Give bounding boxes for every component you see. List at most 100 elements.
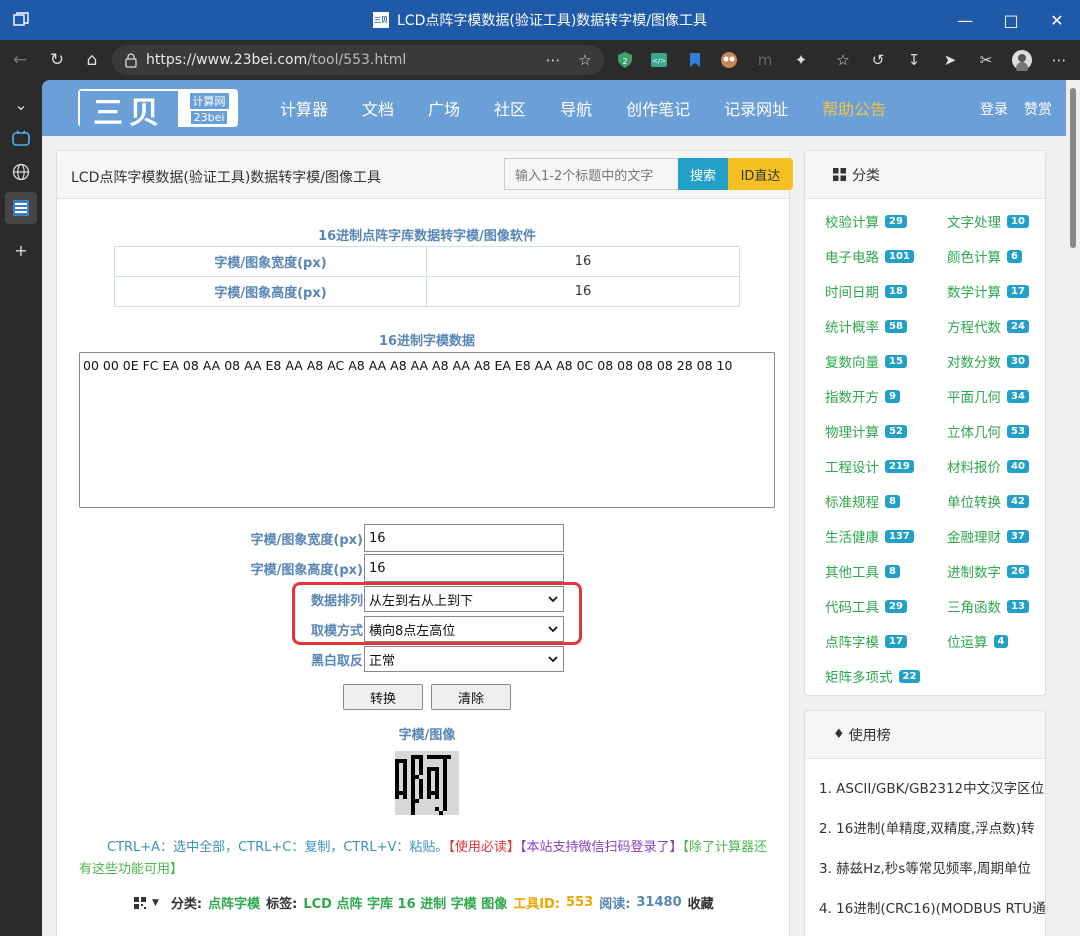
tags-links[interactable]: LCD 点阵 字库 16 进制 字模 图像: [303, 893, 507, 912]
qrcode-icon[interactable]: [134, 896, 146, 909]
profile-avatar[interactable]: [1011, 49, 1033, 71]
sidebar-bilibili-icon[interactable]: [5, 122, 37, 154]
ranking-item[interactable]: 4. 16进制(CRC16)(MODBUS RTU通: [819, 897, 1045, 917]
extensions-puzzle-icon[interactable]: ✦: [790, 49, 812, 71]
convert-button[interactable]: 转换: [343, 684, 423, 710]
category-count-badge: 24: [1007, 319, 1029, 333]
category-item[interactable]: 对数分数 30: [947, 351, 1029, 371]
back-button[interactable]: ←: [8, 48, 32, 72]
glyph-pixel: [411, 755, 415, 759]
ranking-item[interactable]: 3. 赫兹Hz,秒s等常见频率,周期单位: [819, 857, 1031, 877]
category-item[interactable]: 三角函数 13: [947, 596, 1029, 616]
category-item[interactable]: 生活健康 137: [825, 526, 914, 546]
category-item[interactable]: 进制数字 26: [947, 561, 1029, 581]
menu-community[interactable]: 社区: [494, 96, 526, 120]
sidebar-globe-icon[interactable]: [5, 156, 37, 188]
ranking-item[interactable]: 1. ASCII/GBK/GB2312中文汉字区位: [819, 777, 1044, 797]
favorite-link[interactable]: 收藏: [688, 893, 714, 912]
usage-tips: CTRL+A：选中全部，CTRL+C：复制，CTRL+V：粘贴。【使用必读】【本…: [79, 837, 779, 881]
glyph-pixel: [403, 795, 407, 799]
menu-navigation[interactable]: 导航: [560, 96, 592, 120]
id-jump-button[interactable]: ID直达: [728, 158, 793, 190]
wechat-login-link[interactable]: 【本站支持微信扫码登录了】: [520, 840, 683, 855]
scrollbar-thumb[interactable]: [1070, 88, 1076, 248]
category-item[interactable]: 平面几何 34: [947, 386, 1029, 406]
menu-docs[interactable]: 文档: [362, 96, 394, 120]
category-item-label: 标准规程: [825, 495, 879, 511]
sidebar-site-tab[interactable]: [5, 192, 37, 224]
category-item[interactable]: 其他工具 8: [825, 561, 900, 581]
search-button[interactable]: 搜索: [678, 158, 728, 190]
page-scrollbar[interactable]: [1066, 80, 1080, 936]
favorite-star-icon[interactable]: ☆: [574, 49, 596, 71]
category-item[interactable]: 材料报价 40: [947, 456, 1029, 476]
glyph-pixel: [403, 787, 407, 791]
category-item[interactable]: 文字处理 10: [947, 211, 1029, 231]
code-extension-icon[interactable]: </>: [648, 49, 670, 71]
share-icon[interactable]: ➤: [939, 49, 961, 71]
screenshot-icon[interactable]: ✂: [975, 49, 997, 71]
menu-square[interactable]: 广场: [428, 96, 460, 120]
hex-data-textarea[interactable]: 00 00 0E FC EA 08 AA 08 AA E8 AA A8 AC A…: [79, 352, 775, 508]
minimize-button[interactable]: —: [942, 0, 988, 40]
more-icon[interactable]: ⋯: [542, 49, 564, 71]
category-item[interactable]: 矩阵多项式 22: [825, 666, 921, 686]
qrcode-caret-icon[interactable]: ▼: [152, 898, 159, 908]
category-item[interactable]: 电子电路 101: [825, 246, 914, 266]
menu-notes[interactable]: 创作笔记: [626, 96, 690, 120]
category-item[interactable]: 复数向量 15: [825, 351, 907, 371]
history-icon[interactable]: ↺: [867, 49, 889, 71]
category-item[interactable]: 点阵字模 17: [825, 631, 907, 651]
category-item[interactable]: 工程设计 219: [825, 456, 914, 476]
category-item[interactable]: 统计概率 58: [825, 316, 907, 336]
ranking-item[interactable]: 2. 16进制(单精度,双精度,浮点数)转: [819, 817, 1034, 837]
must-read-link[interactable]: 【使用必读】: [448, 840, 520, 855]
menu-help[interactable]: 帮助公告: [822, 96, 886, 120]
category-item[interactable]: 方程代数 24: [947, 316, 1029, 336]
clear-button[interactable]: 清除: [431, 684, 511, 710]
width-input[interactable]: 16: [364, 524, 564, 552]
favorites-icon[interactable]: ☆: [832, 49, 854, 71]
category-item[interactable]: 数学计算 17: [947, 281, 1029, 301]
address-bar[interactable]: https://www.23bei.com/tool/553.html ⋯ ☆: [112, 45, 604, 75]
category-item[interactable]: 标准规程 8: [825, 491, 900, 511]
category-count-badge: 37: [1007, 529, 1029, 543]
login-link[interactable]: 登录: [980, 99, 1008, 119]
height-input[interactable]: 16: [364, 554, 564, 582]
glyph-pixel: [403, 779, 407, 783]
glyph-pixel: [415, 755, 419, 759]
category-item[interactable]: 立体几何 53: [947, 421, 1029, 441]
category-item[interactable]: 单位转换 42: [947, 491, 1029, 511]
settings-more-icon[interactable]: ⋯: [1048, 49, 1070, 71]
sidebar-collapse-icon[interactable]: ⌄: [5, 88, 37, 120]
shield-extension-icon[interactable]: 2: [614, 49, 636, 71]
bookmark-extension-icon[interactable]: [684, 49, 706, 71]
category-link[interactable]: 点阵字模: [208, 893, 260, 912]
category-item[interactable]: 位运算 4: [947, 631, 1009, 651]
search-input[interactable]: 输入1-2个标题中的文字: [504, 158, 678, 190]
category-item[interactable]: 颜色计算 6: [947, 246, 1022, 266]
glyph-pixel: [419, 767, 423, 771]
category-item[interactable]: 时间日期 18: [825, 281, 907, 301]
refresh-button[interactable]: ↻: [45, 48, 69, 72]
praise-link[interactable]: 赞赏: [1024, 99, 1052, 119]
m-extension-icon[interactable]: m: [754, 49, 776, 71]
category-item[interactable]: 物理计算 52: [825, 421, 907, 441]
close-button[interactable]: ✕: [1034, 0, 1080, 40]
maximize-button[interactable]: □: [988, 0, 1034, 40]
menu-bookmarks[interactable]: 记录网址: [724, 96, 788, 120]
site-logo[interactable]: 三贝 计算网 23bei: [78, 89, 238, 131]
category-item[interactable]: 代码工具 29: [825, 596, 907, 616]
category-item[interactable]: 金融理财 37: [947, 526, 1029, 546]
glyph-pixel: [443, 771, 447, 775]
home-button[interactable]: ⌂: [80, 48, 104, 72]
sidebar-add-icon[interactable]: +: [5, 234, 37, 266]
invert-select[interactable]: 正常: [364, 646, 564, 672]
category-item[interactable]: 指数开方 9: [825, 386, 900, 406]
owl-extension-icon[interactable]: [718, 49, 740, 71]
glyph-pixel: [399, 791, 403, 795]
download-icon[interactable]: ↧: [903, 49, 925, 71]
category-item[interactable]: 校验计算 29: [825, 211, 907, 231]
menu-calculator[interactable]: 计算器: [280, 96, 328, 120]
table-key: 字模/图象宽度(px): [114, 246, 427, 277]
